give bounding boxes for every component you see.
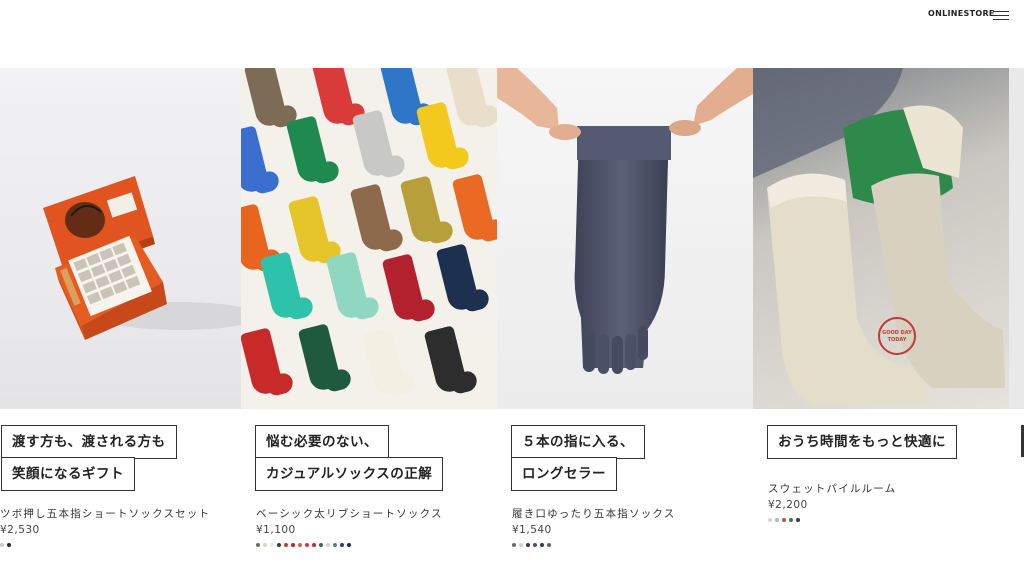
color-swatch[interactable] (775, 518, 779, 522)
color-swatch[interactable] (347, 543, 351, 547)
color-swatches (0, 543, 14, 549)
caption-line-1: ５本の指に入る、 (511, 425, 645, 459)
color-swatch[interactable] (547, 543, 551, 547)
color-swatch[interactable] (326, 543, 330, 547)
caption-line-2: 笑顔になるギフト (1, 457, 135, 491)
svg-text:GOOD DAY: GOOD DAY (882, 330, 912, 336)
product-price: ¥1,540 (512, 524, 552, 536)
color-swatch[interactable] (512, 543, 516, 547)
color-swatches (256, 543, 354, 549)
product-carousel: 渡す方も、渡される方も 笑顔になるギフト ツボ押し五本指ショートソックスセット … (0, 68, 1024, 576)
hamburger-menu-icon[interactable] (993, 11, 1009, 20)
caption-line-1: 悩む必要のない、 (255, 425, 389, 459)
color-swatch[interactable] (340, 543, 344, 547)
product-name[interactable]: ツボ押し五本指ショートソックスセット (0, 506, 210, 521)
caption-line-2: ロングセラー (511, 457, 617, 491)
color-swatch[interactable] (789, 518, 793, 522)
color-swatch[interactable] (312, 543, 316, 547)
caption-line-1: おうち時間をもっと快適に (767, 425, 957, 459)
five-toe-sock-photo (497, 68, 753, 374)
color-swatch[interactable] (533, 543, 537, 547)
color-swatch[interactable] (256, 543, 260, 547)
color-swatch[interactable] (768, 518, 772, 522)
color-swatch[interactable] (298, 543, 302, 547)
product-image-2[interactable] (241, 68, 497, 409)
color-swatch[interactable] (7, 543, 11, 547)
color-swatch[interactable] (796, 518, 800, 522)
color-swatches (768, 518, 803, 524)
site-header: ONLINESTORE (0, 0, 1024, 30)
product-image-1[interactable] (0, 68, 241, 409)
product-price: ¥2,530 (0, 524, 40, 536)
color-swatch[interactable] (333, 543, 337, 547)
product-card-5[interactable] (1009, 68, 1024, 576)
product-card-2[interactable]: 悩む必要のない、 カジュアルソックスの正解 ベーシック太リブショートソックス ¥… (241, 68, 497, 576)
product-name[interactable]: ベーシック太リブショートソックス (256, 506, 443, 521)
color-swatch[interactable] (291, 543, 295, 547)
color-swatch[interactable] (305, 543, 309, 547)
color-swatch[interactable] (319, 543, 323, 547)
product-card-1[interactable]: 渡す方も、渡される方も 笑顔になるギフト ツボ押し五本指ショートソックスセット … (0, 68, 241, 576)
color-swatch[interactable] (519, 543, 523, 547)
gift-box-illustration (43, 176, 241, 340)
product-price: ¥2,200 (768, 499, 808, 511)
product-image-3[interactable] (497, 68, 753, 409)
caption-line-1: 渡す方も、渡される方も (1, 425, 177, 459)
color-swatch[interactable] (0, 543, 4, 547)
color-swatch[interactable] (782, 518, 786, 522)
online-store-link[interactable]: ONLINESTORE (928, 9, 995, 18)
product-name[interactable]: 履き口ゆったり五本指ソックス (512, 506, 675, 521)
product-price: ¥1,100 (256, 524, 296, 536)
color-swatch[interactable] (284, 543, 288, 547)
svg-text:TODAY: TODAY (888, 337, 907, 343)
color-swatch[interactable] (540, 543, 544, 547)
color-swatch[interactable] (526, 543, 530, 547)
product-image-5[interactable] (1009, 68, 1024, 409)
color-swatch[interactable] (263, 543, 267, 547)
caption-line-2: カジュアルソックスの正解 (255, 457, 444, 491)
product-card-3[interactable]: ５本の指に入る、 ロングセラー 履き口ゆったり五本指ソックス ¥1,540 (497, 68, 753, 576)
product-image-4[interactable]: GOOD DAY TODAY (753, 68, 1009, 409)
color-swatches (512, 543, 554, 549)
color-swatch[interactable] (277, 543, 281, 547)
product-card-4[interactable]: GOOD DAY TODAY おうち時間をもっと快適に スウェットパイルルーム … (753, 68, 1009, 576)
product-name[interactable]: スウェットパイルルーム (768, 481, 896, 496)
color-swatch[interactable] (270, 543, 274, 547)
room-socks-photo: GOOD DAY TODAY (753, 68, 1005, 406)
